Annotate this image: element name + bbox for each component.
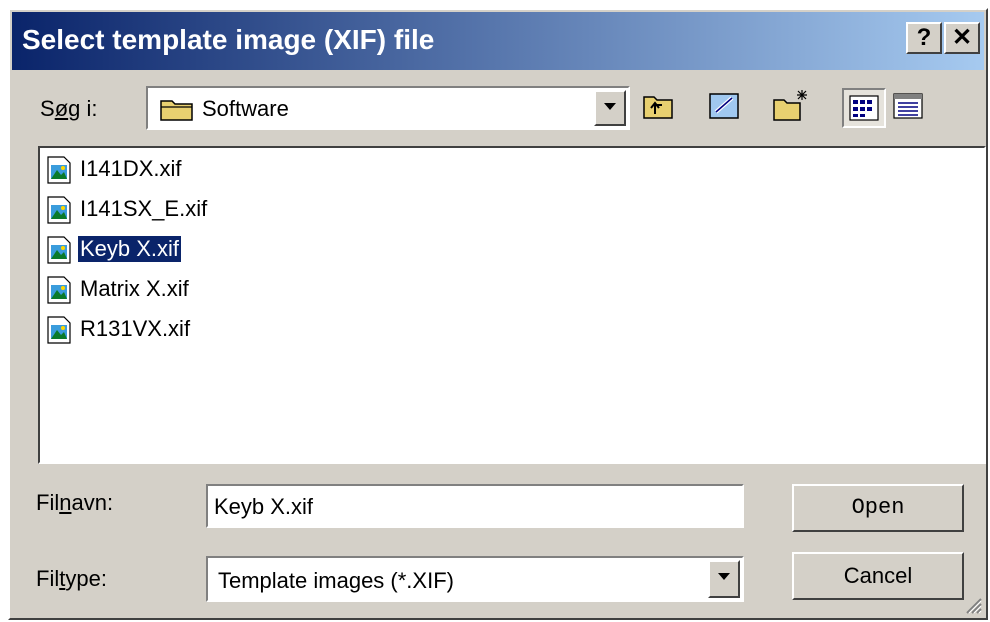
desktop-button[interactable] bbox=[704, 88, 748, 128]
new-folder-icon bbox=[773, 90, 807, 121]
up-folder-icon bbox=[643, 96, 673, 119]
image-file-icon bbox=[47, 276, 71, 304]
filename-value: Keyb X.xif bbox=[214, 494, 314, 519]
dialog-title: Select template image (XIF) file bbox=[22, 24, 435, 55]
title-bar[interactable]: Select template image (XIF) file ? ✕ bbox=[12, 12, 984, 70]
filename-input[interactable]: Keyb X.xif bbox=[206, 484, 744, 528]
image-file-icon bbox=[47, 316, 71, 344]
file-name: R131VX.xif bbox=[80, 316, 191, 341]
help-button[interactable]: ? bbox=[906, 22, 942, 54]
details-view-icon bbox=[893, 93, 923, 119]
look-in-value: Software bbox=[202, 96, 289, 121]
image-file-icon bbox=[47, 156, 71, 184]
image-file-icon bbox=[47, 196, 71, 224]
close-button[interactable]: ✕ bbox=[944, 22, 980, 54]
file-open-dialog: Select template image (XIF) file ? ✕ Søg… bbox=[8, 8, 988, 620]
image-file-icon bbox=[47, 236, 71, 264]
cancel-button[interactable]: Cancel bbox=[792, 552, 964, 600]
filename-label: Filnavn: bbox=[36, 490, 114, 515]
look-in-dropdown-arrow[interactable] bbox=[594, 90, 626, 126]
details-view-button[interactable] bbox=[888, 88, 932, 128]
filetype-dropdown[interactable]: Template images (*.XIF) bbox=[206, 556, 744, 602]
resize-grip-icon[interactable] bbox=[962, 594, 982, 614]
list-view-icon bbox=[849, 95, 879, 121]
desktop-icon bbox=[709, 93, 739, 119]
look-in-label: Søg i: bbox=[40, 96, 98, 121]
filetype-dropdown-arrow[interactable] bbox=[708, 560, 740, 598]
filetype-value: Template images (*.XIF) bbox=[218, 568, 454, 593]
file-name: Matrix X.xif bbox=[80, 276, 189, 301]
filetype-label: Filtype: bbox=[36, 566, 107, 591]
file-name: I141DX.xif bbox=[80, 156, 182, 181]
look-in-dropdown[interactable]: Software bbox=[146, 86, 630, 130]
file-list[interactable]: I141DX.xif I141SX_E.xif Keyb X.xif Matrix X… bbox=[38, 146, 986, 464]
file-name: I141SX_E.xif bbox=[80, 196, 208, 221]
open-button[interactable]: Open bbox=[792, 484, 964, 532]
up-one-level-button[interactable] bbox=[638, 88, 682, 128]
new-folder-button[interactable] bbox=[770, 88, 814, 128]
folder-icon bbox=[160, 100, 193, 121]
file-name: Keyb X.xif bbox=[76, 235, 183, 263]
list-view-button[interactable] bbox=[842, 88, 886, 128]
